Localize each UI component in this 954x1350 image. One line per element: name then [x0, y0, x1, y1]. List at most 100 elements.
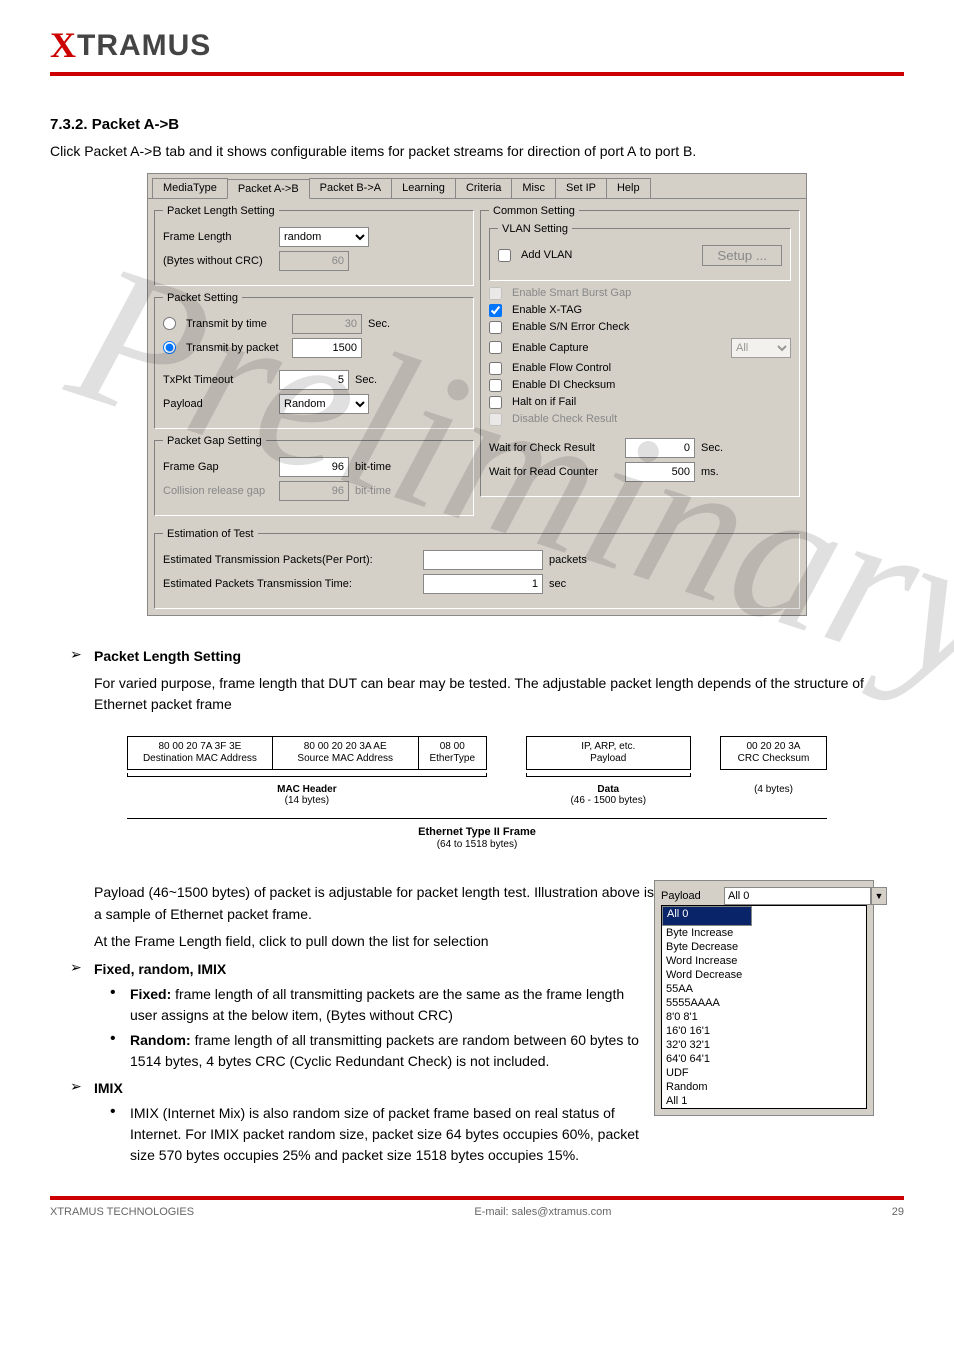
tab-misc[interactable]: Misc [511, 178, 556, 198]
payload-opt[interactable]: UDF [662, 1066, 866, 1080]
payload-opt[interactable]: All 1 [662, 1094, 866, 1108]
tab-packet-ba[interactable]: Packet B->A [309, 178, 392, 198]
frame-gap-unit: bit-time [355, 461, 391, 473]
discheck-label: Disable Check Result [512, 413, 617, 425]
snerr-check[interactable] [489, 321, 502, 334]
payload-desc: Payload (46~1500 bytes) of packet is adj… [94, 882, 654, 925]
logo: XTRAMUS [50, 31, 211, 64]
payload-opt[interactable]: 8'0 8'1 [662, 1010, 866, 1024]
addvlan-check[interactable] [498, 249, 511, 262]
flow-check[interactable] [489, 362, 502, 375]
dot-icon: • [110, 984, 130, 1026]
bullet-icon: ➢ [70, 1078, 94, 1099]
halt-label: Halt on if Fail [512, 396, 576, 408]
sub-imix-text: IMIX (Internet Mix) is also random size … [130, 1103, 654, 1166]
tab-criteria[interactable]: Criteria [455, 178, 512, 198]
data-label: Data [597, 784, 619, 795]
waitread-unit: ms. [701, 466, 719, 478]
settings-panel: MediaType Packet A->B Packet B->A Learni… [147, 173, 807, 616]
transmit-time-unit: Sec. [368, 318, 390, 330]
dmac-hex: 80 00 20 7A 3F 3E [134, 741, 266, 753]
frame-length-label: Frame Length [163, 231, 273, 243]
est-packets-input[interactable] [423, 550, 543, 570]
est-packets-unit: packets [549, 554, 587, 566]
bullet-icon: ➢ [70, 959, 94, 980]
waitread-label: Wait for Read Counter [489, 466, 619, 478]
collision-gap-input[interactable] [279, 481, 349, 501]
waitcheck-unit: Sec. [701, 442, 723, 454]
capture-select[interactable]: All [731, 338, 791, 358]
sub-fixed-bold: Fixed: [130, 986, 175, 1002]
crc-hex: 00 20 20 3A [727, 741, 820, 753]
xtag-check[interactable] [489, 304, 502, 317]
tab-strip: MediaType Packet A->B Packet B->A Learni… [148, 174, 806, 199]
est-time-unit: sec [549, 578, 566, 590]
bullet-imix: ➢ IMIX [70, 1078, 654, 1099]
logo-text: TRAMUS [77, 29, 211, 62]
common-setting-group: Common Setting VLAN Setting Add VLAN Set… [480, 205, 800, 497]
frame-gap-input[interactable] [279, 457, 349, 477]
pls-legend: Packet Length Setting [163, 205, 279, 217]
halt-check[interactable] [489, 396, 502, 409]
tab-mediatype[interactable]: MediaType [152, 178, 228, 198]
sub-imix: • IMIX (Internet Mix) is also random siz… [110, 1103, 654, 1166]
payload-opt[interactable]: 64'0 64'1 [662, 1052, 866, 1066]
tab-setip[interactable]: Set IP [555, 178, 607, 198]
transmit-time-label: Transmit by time [186, 318, 286, 330]
di-check[interactable] [489, 379, 502, 392]
smartburst-label: Enable Smart Burst Gap [512, 287, 631, 299]
discheck-check[interactable] [489, 413, 502, 426]
collision-gap-label: Collision release gap [163, 485, 273, 497]
dot-icon: • [110, 1030, 130, 1072]
smartburst-check[interactable] [489, 287, 502, 300]
transmit-packet-input[interactable] [292, 338, 362, 358]
waitread-input[interactable] [625, 462, 695, 482]
tab-help[interactable]: Help [606, 178, 651, 198]
header-bar: XTRAMUS [50, 24, 904, 76]
flow-label: Enable Flow Control [512, 362, 611, 374]
payload-opt[interactable]: Byte Increase [662, 926, 866, 940]
payload-opt[interactable]: 16'0 16'1 [662, 1024, 866, 1038]
di-label: Enable DI Checksum [512, 379, 615, 391]
tab-learning[interactable]: Learning [391, 178, 456, 198]
payload-opt[interactable]: 5555AAAA [662, 996, 866, 1010]
payload-opt[interactable]: 32'0 32'1 [662, 1038, 866, 1052]
transmit-packet-radio[interactable] [163, 341, 176, 354]
est-time-input[interactable] [423, 574, 543, 594]
frame-bytes: (64 to 1518 bytes) [437, 839, 518, 850]
payload-opt[interactable]: 55AA [662, 982, 866, 996]
payload-opt[interactable]: All 0 [662, 906, 752, 926]
txpkt-timeout-input[interactable] [279, 370, 349, 390]
footer-center: E-mail: sales@xtramus.com [474, 1206, 611, 1218]
payload-opt[interactable]: Random [662, 1080, 866, 1094]
dropdown-icon[interactable]: ▼ [871, 887, 887, 905]
capture-check[interactable] [489, 341, 502, 354]
vlan-setup-button[interactable]: Setup ... [702, 245, 782, 266]
payload-label: Payload [163, 398, 273, 410]
sub-fixed-text: frame length of all transmitting packets… [130, 986, 624, 1023]
payload-opt[interactable]: Word Increase [662, 954, 866, 968]
payload-select[interactable]: Random [279, 394, 369, 414]
crc-bytes: (4 bytes) [754, 784, 793, 795]
data-bytes: (46 - 1500 bytes) [570, 795, 646, 806]
crc-label: CRC Checksum [727, 753, 820, 765]
bullet-fixed-title: Fixed, random, IMIX [94, 961, 226, 977]
dmac-box: 80 00 20 7A 3F 3E Destination MAC Addres… [127, 736, 273, 770]
packet-gap-group: Packet Gap Setting Frame Gap bit-time Co… [154, 435, 474, 516]
transmit-time-input[interactable] [292, 314, 362, 334]
pl-label: Payload [533, 753, 684, 765]
dmac-label: Destination MAC Address [134, 753, 266, 765]
frame-length-select[interactable]: random [279, 227, 369, 247]
transmit-time-radio[interactable] [163, 317, 176, 330]
payload-dd-input[interactable] [724, 887, 871, 905]
bullet-pls: ➢ Packet Length Setting [70, 646, 904, 667]
waitcheck-input[interactable] [625, 438, 695, 458]
dot-icon: • [110, 1103, 130, 1166]
ps-legend: Packet Setting [163, 292, 242, 304]
payload-opt[interactable]: Byte Decrease [662, 940, 866, 954]
bytes-input[interactable] [279, 251, 349, 271]
pg-legend: Packet Gap Setting [163, 435, 266, 447]
snerr-label: Enable S/N Error Check [512, 321, 629, 333]
payload-opt[interactable]: Word Decrease [662, 968, 866, 982]
tab-packet-ab[interactable]: Packet A->B [227, 179, 310, 199]
